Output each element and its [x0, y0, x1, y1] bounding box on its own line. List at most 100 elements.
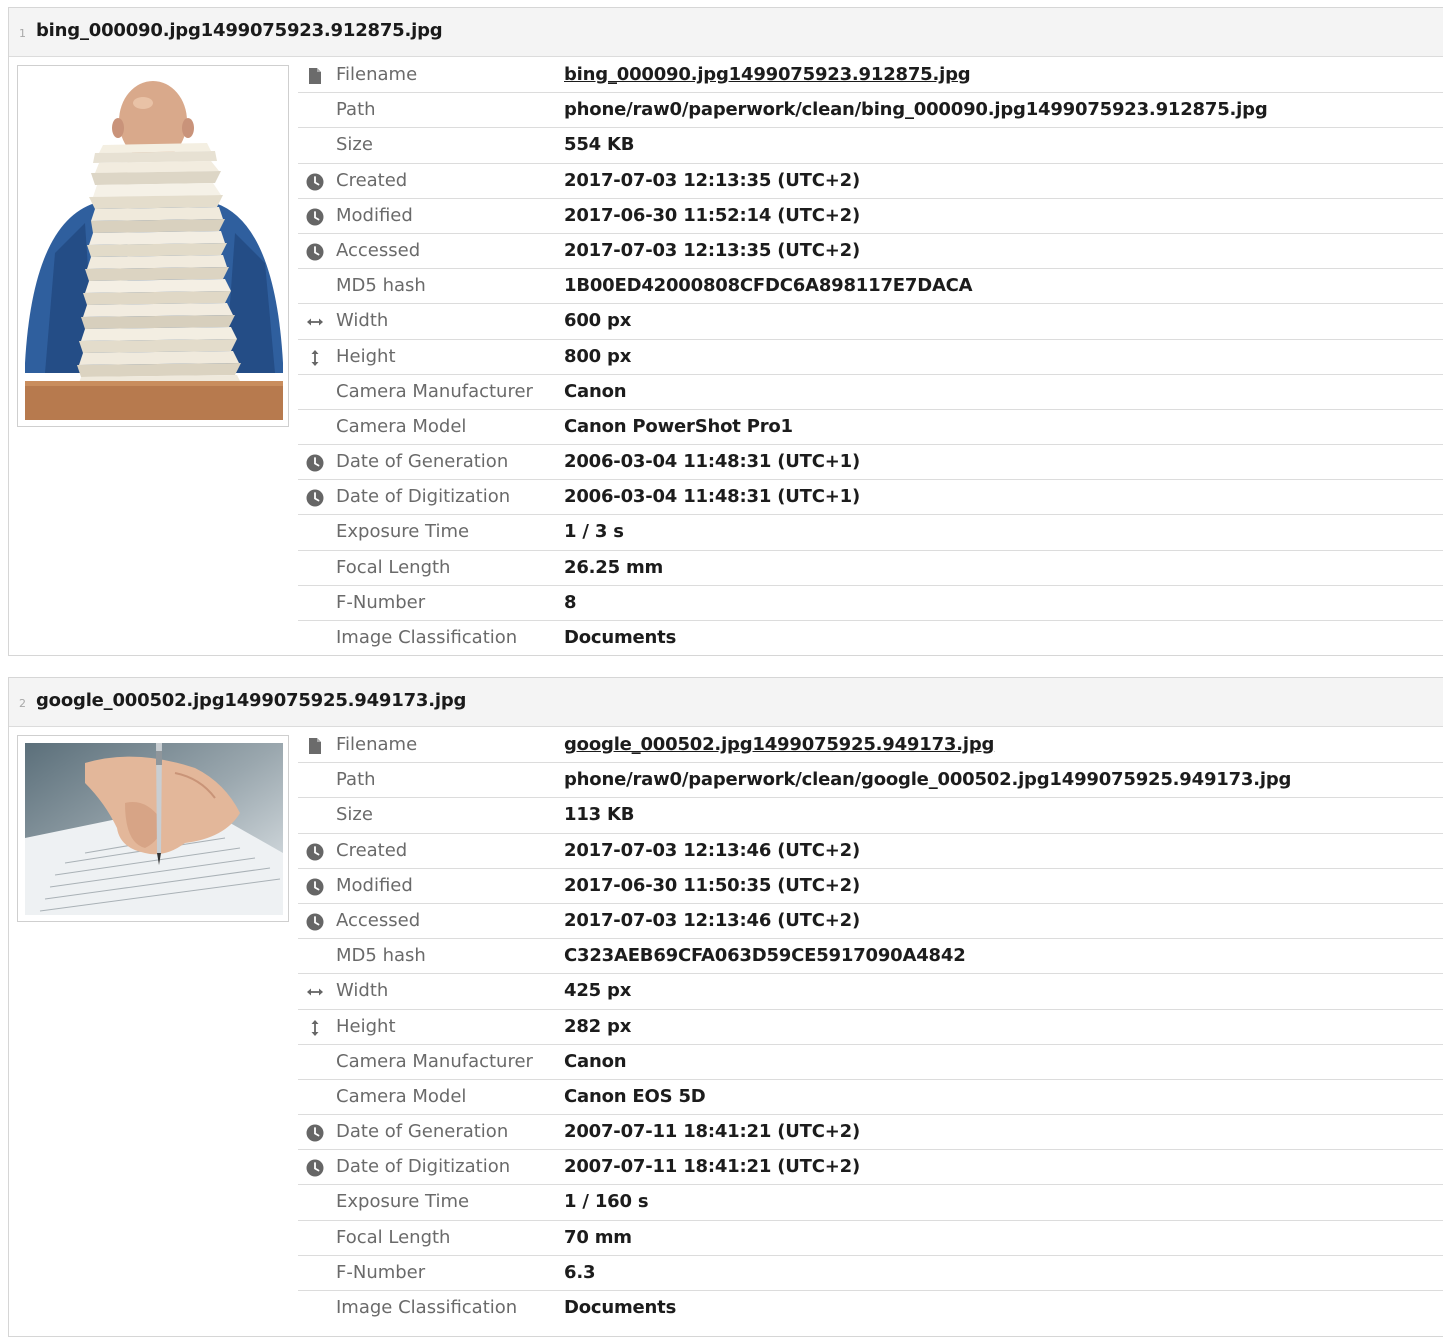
row-width: Width 600 px: [298, 304, 1443, 340]
value-size: 113 KB: [564, 804, 635, 826]
card-index: 1: [19, 27, 26, 40]
label-f-number: F-Number: [336, 1261, 426, 1283]
label-camera-model: Camera Model: [336, 1085, 467, 1107]
horizontal-arrows-icon: [307, 988, 323, 996]
row-filename: Filename bing_000090.jpg1499075923.91287…: [298, 58, 1443, 94]
row-camera-manufacturer: Camera Manufacturer Canon: [298, 1045, 1443, 1080]
clock-icon: [306, 913, 324, 931]
row-camera-manufacturer: Camera Manufacturer Canon: [298, 375, 1443, 410]
card-index: 2: [19, 697, 26, 710]
filename-link[interactable]: google_000502.jpg1499075925.949173.jpg: [564, 734, 994, 755]
row-path: Path phone/raw0/paperwork/clean/google_0…: [298, 763, 1443, 799]
row-accessed: Accessed 2017-07-03 12:13:35 (UTC+2): [298, 234, 1443, 270]
label-size: Size: [336, 804, 373, 826]
row-exposure-time: Exposure Time 1 / 160 s: [298, 1185, 1443, 1221]
value-camera-manufacturer: Canon: [564, 380, 627, 402]
clock-icon: [306, 454, 324, 472]
card-header: 2 google_000502.jpg1499075925.949173.jpg: [9, 678, 1443, 727]
row-width: Width 425 px: [298, 974, 1443, 1010]
label-camera-manufacturer: Camera Manufacturer: [336, 380, 533, 402]
value-height: 282 px: [564, 1015, 632, 1037]
label-filename: Filename: [336, 734, 418, 755]
value-camera-model: Canon PowerShot Pro1: [564, 415, 793, 437]
filename-link[interactable]: bing_000090.jpg1499075923.912875.jpg: [564, 64, 971, 85]
label-date-generation: Date of Generation: [336, 451, 509, 473]
value-md5: 1B00ED42000808CFDC6A898117E7DACA: [564, 275, 973, 297]
label-f-number: F-Number: [336, 591, 426, 613]
value-date-digitization: 2006-03-04 11:48:31 (UTC+1): [564, 486, 860, 508]
file-icon: [309, 68, 321, 84]
label-height: Height: [336, 1015, 396, 1037]
image-thumbnail[interactable]: [17, 735, 289, 922]
value-md5: C323AEB69CFA063D59CE5917090A4842: [564, 945, 966, 967]
value-focal-length: 70 mm: [564, 1226, 632, 1248]
card-header: 1 bing_000090.jpg1499075923.912875.jpg: [9, 8, 1443, 57]
value-height: 800 px: [564, 345, 632, 367]
label-camera-model: Camera Model: [336, 415, 467, 437]
row-md5: MD5 hash C323AEB69CFA063D59CE5917090A484…: [298, 939, 1443, 975]
label-created: Created: [336, 169, 408, 191]
value-width: 600 px: [564, 310, 632, 332]
label-date-digitization: Date of Digitization: [336, 1156, 511, 1178]
row-height: Height 282 px: [298, 1010, 1443, 1045]
clock-icon: [306, 878, 324, 896]
clock-icon: [306, 243, 324, 261]
value-image-classification: Documents: [564, 627, 677, 648]
label-accessed: Accessed: [336, 909, 421, 931]
row-date-generation: Date of Generation 2007-07-11 18:41:21 (…: [298, 1115, 1443, 1151]
label-path: Path: [336, 769, 376, 791]
label-exposure-time: Exposure Time: [336, 521, 470, 543]
value-date-generation: 2006-03-04 11:48:31 (UTC+1): [564, 451, 860, 473]
row-created: Created 2017-07-03 12:13:46 (UTC+2): [298, 834, 1443, 869]
label-filename: Filename: [336, 64, 418, 85]
row-focal-length: Focal Length 26.25 mm: [298, 551, 1443, 586]
value-modified: 2017-06-30 11:52:14 (UTC+2): [564, 204, 860, 226]
label-date-generation: Date of Generation: [336, 1121, 509, 1143]
file-icon: [309, 738, 321, 754]
clock-icon: [306, 1159, 324, 1177]
label-date-digitization: Date of Digitization: [336, 486, 511, 508]
vertical-arrows-icon: [311, 349, 319, 366]
label-md5: MD5 hash: [336, 945, 426, 967]
label-exposure-time: Exposure Time: [336, 1191, 470, 1213]
label-height: Height: [336, 345, 396, 367]
paper-stack-photo: [25, 73, 283, 420]
label-image-classification: Image Classification: [336, 1297, 518, 1318]
row-path: Path phone/raw0/paperwork/clean/bing_000…: [298, 93, 1443, 129]
row-date-generation: Date of Generation 2006-03-04 11:48:31 (…: [298, 445, 1443, 481]
value-created: 2017-07-03 12:13:35 (UTC+2): [564, 169, 860, 191]
label-image-classification: Image Classification: [336, 627, 518, 648]
label-width: Width: [336, 980, 389, 1002]
vertical-arrows-icon: [311, 1019, 319, 1036]
row-date-digitization: Date of Digitization 2007-07-11 18:41:21…: [298, 1150, 1443, 1186]
signing-document-photo: [25, 743, 283, 915]
row-md5: MD5 hash 1B00ED42000808CFDC6A898117E7DAC…: [298, 269, 1443, 305]
label-focal-length: Focal Length: [336, 556, 451, 578]
clock-icon: [306, 489, 324, 507]
label-width: Width: [336, 310, 389, 332]
row-modified: Modified 2017-06-30 11:50:35 (UTC+2): [298, 869, 1443, 904]
value-camera-model: Canon EOS 5D: [564, 1085, 706, 1107]
clock-icon: [306, 173, 324, 191]
card-title: bing_000090.jpg1499075923.912875.jpg: [36, 20, 443, 41]
clock-icon: [306, 843, 324, 861]
row-camera-model: Camera Model Canon EOS 5D: [298, 1080, 1443, 1116]
row-filename: Filename google_000502.jpg1499075925.949…: [298, 728, 1443, 764]
file-card: 2 google_000502.jpg1499075925.949173.jpg: [8, 677, 1443, 1337]
row-camera-model: Camera Model Canon PowerShot Pro1: [298, 410, 1443, 446]
image-thumbnail[interactable]: [17, 65, 289, 427]
value-f-number: 6.3: [564, 1261, 596, 1283]
row-size: Size 113 KB: [298, 798, 1443, 834]
value-f-number: 8: [564, 591, 577, 613]
value-date-digitization: 2007-07-11 18:41:21 (UTC+2): [564, 1156, 860, 1178]
label-md5: MD5 hash: [336, 275, 426, 297]
file-card: 1 bing_000090.jpg1499075923.912875.jpg F…: [8, 7, 1443, 656]
card-title: google_000502.jpg1499075925.949173.jpg: [36, 690, 467, 711]
row-modified: Modified 2017-06-30 11:52:14 (UTC+2): [298, 199, 1443, 234]
row-f-number: F-Number 6.3: [298, 1256, 1443, 1291]
row-created: Created 2017-07-03 12:13:35 (UTC+2): [298, 164, 1443, 199]
row-f-number: F-Number 8: [298, 586, 1443, 621]
value-path: phone/raw0/paperwork/clean/google_000502…: [564, 769, 1292, 791]
row-height: Height 800 px: [298, 340, 1443, 375]
label-created: Created: [336, 839, 408, 861]
